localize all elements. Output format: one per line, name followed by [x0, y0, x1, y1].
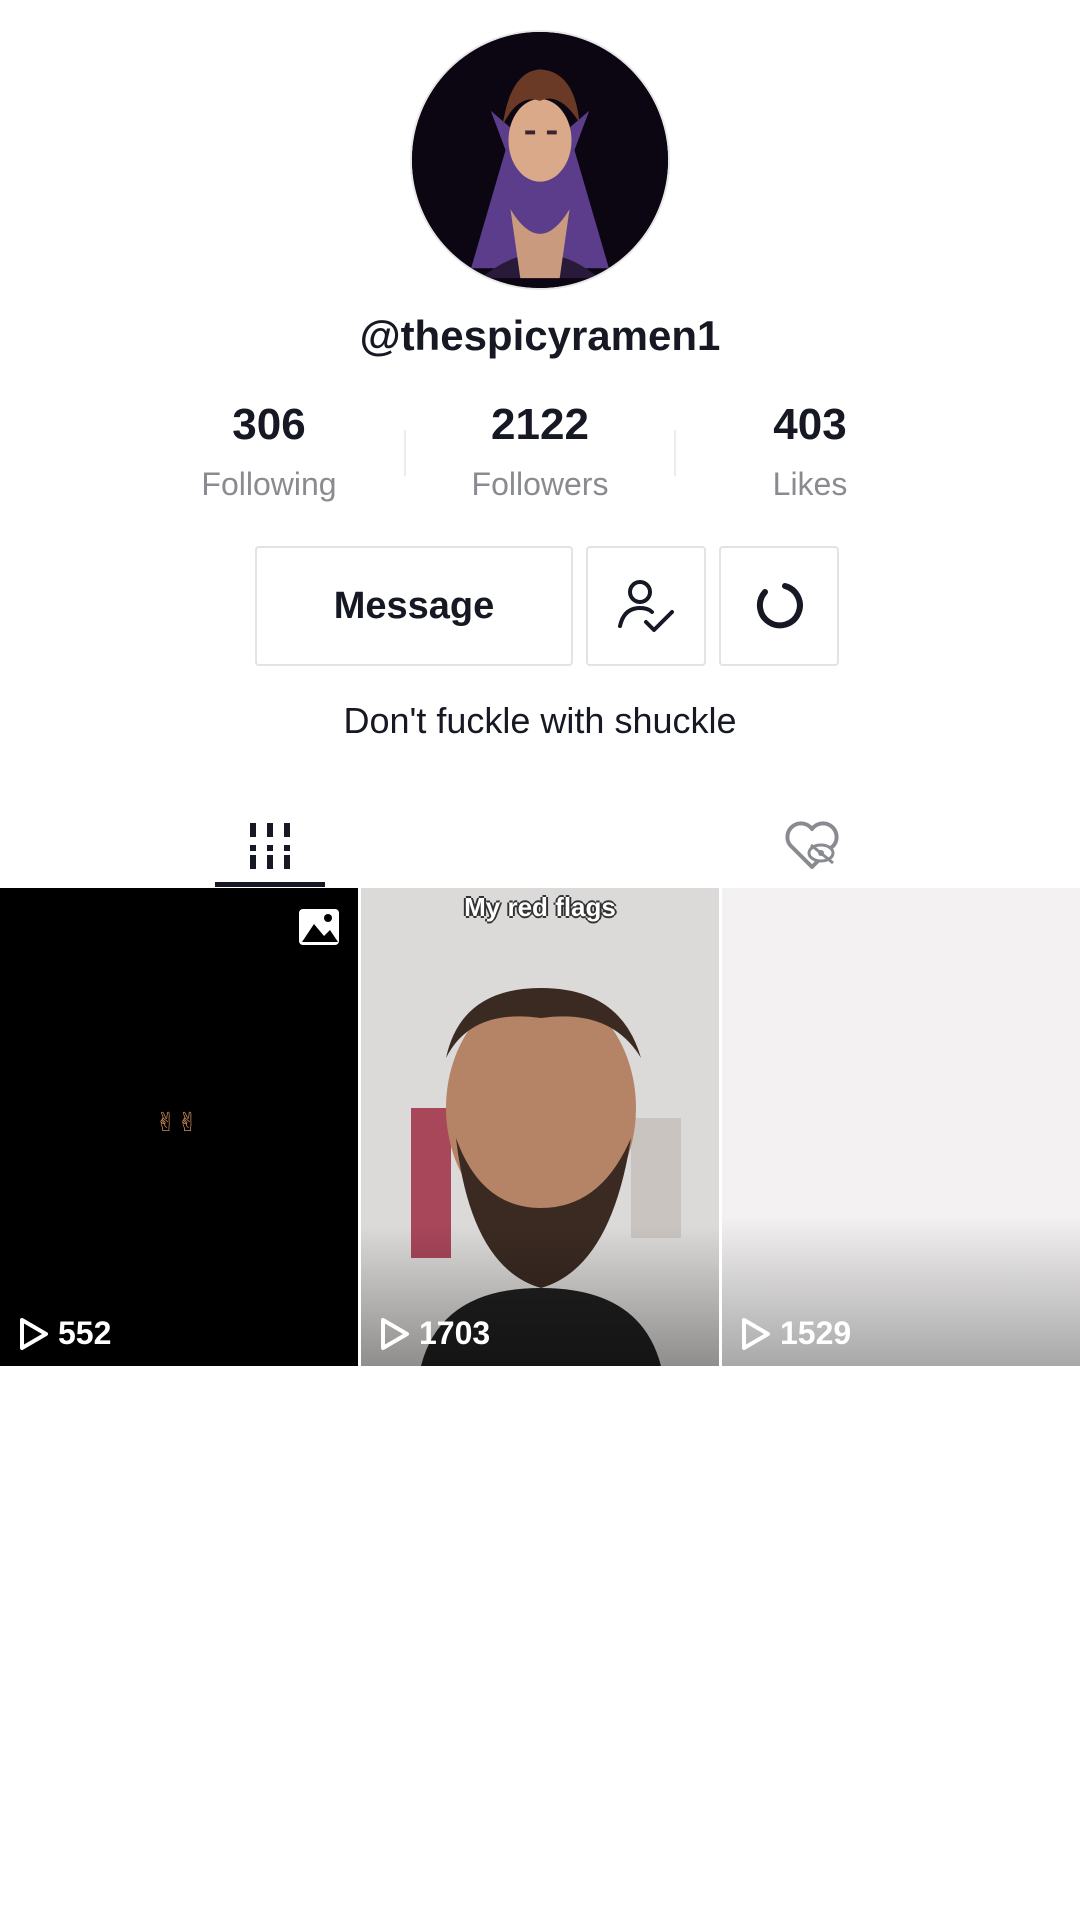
profile-bio: Don't fuckle with shuckle — [343, 700, 737, 741]
play-icon — [20, 1317, 48, 1350]
view-count-value: 1703 — [419, 1315, 491, 1351]
friends-button[interactable] — [586, 546, 706, 666]
stat-divider — [404, 430, 406, 476]
photo-icon — [299, 909, 339, 945]
user-check-icon — [618, 580, 674, 632]
profile-page: @thespicyramen1 306 Following 2122 Follo… — [0, 0, 1080, 1920]
video-caption: My red flags — [464, 892, 616, 922]
active-tab-indicator — [215, 882, 325, 887]
video-thumbnail[interactable]: ✌✌ 552 — [0, 888, 358, 1366]
stat-following[interactable]: 306 Following — [149, 400, 389, 503]
avatar[interactable] — [410, 30, 670, 290]
following-label: Following — [201, 466, 337, 502]
tab-videos[interactable] — [210, 800, 330, 890]
view-count: 552 — [18, 1315, 111, 1352]
liked-hidden-icon — [785, 821, 839, 869]
view-count-value: 552 — [58, 1315, 112, 1351]
tab-liked[interactable] — [752, 800, 872, 890]
likes-label: Likes — [772, 466, 848, 502]
video-grid: ✌✌ 552 My red flags 1703 1529 — [0, 888, 1080, 1366]
username: @thespicyramen1 — [359, 312, 721, 359]
play-icon — [381, 1317, 409, 1350]
view-count: 1703 — [379, 1315, 490, 1352]
likes-count: 403 — [773, 400, 847, 449]
grid-icon — [250, 823, 290, 869]
stat-followers[interactable]: 2122 Followers — [420, 400, 660, 503]
view-count: 1529 — [740, 1315, 851, 1352]
stat-likes[interactable]: 403 Likes — [690, 400, 930, 503]
video-thumbnail[interactable]: 1529 — [722, 888, 1080, 1366]
stat-divider — [674, 430, 676, 476]
video-thumbnail[interactable]: My red flags 1703 — [361, 888, 719, 1366]
view-count-value: 1529 — [780, 1315, 852, 1351]
following-count: 306 — [232, 400, 306, 449]
more-button[interactable] — [719, 546, 839, 666]
profile-stats: 306 Following 2122 Followers 403 Likes — [0, 400, 1080, 510]
play-icon — [742, 1317, 770, 1350]
video-overlay-text: ✌✌ — [155, 1108, 199, 1138]
refresh-icon — [756, 583, 803, 629]
followers-count: 2122 — [491, 400, 589, 449]
message-button[interactable]: Message — [255, 546, 573, 666]
avatar-image — [412, 32, 668, 288]
followers-label: Followers — [471, 466, 609, 502]
